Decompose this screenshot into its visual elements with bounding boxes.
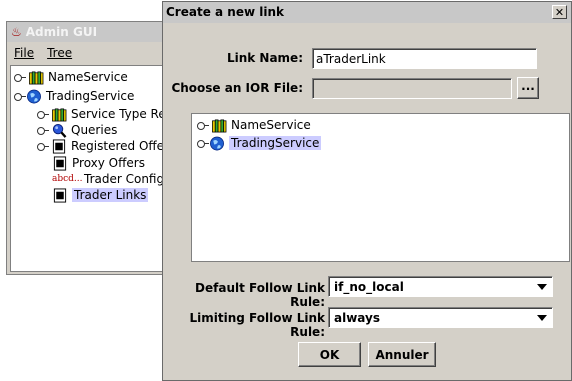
tree-item-label: Service Type Rep bbox=[71, 107, 174, 121]
document-icon bbox=[52, 156, 68, 171]
limiting-rule-label: Limiting Follow Link Rule: bbox=[189, 311, 325, 339]
tree-item-nameservice[interactable]: NameService bbox=[197, 117, 311, 133]
menu-tree[interactable]: Tree bbox=[47, 46, 72, 60]
tree-item-queries[interactable]: Queries bbox=[37, 122, 117, 138]
service-tree[interactable]: NameService TradingService bbox=[191, 113, 570, 262]
expand-handle-icon[interactable] bbox=[197, 121, 209, 130]
default-rule-label: Default Follow Link Rule: bbox=[195, 281, 325, 309]
default-rule-select[interactable]: if_no_local bbox=[328, 276, 553, 297]
tree-item-label: Trader Config bbox=[84, 172, 165, 186]
limiting-rule-value: always bbox=[334, 311, 380, 325]
browse-ior-button[interactable]: ... bbox=[517, 77, 539, 99]
books-icon bbox=[51, 107, 67, 122]
limiting-rule-select[interactable]: always bbox=[328, 307, 553, 328]
tree-item-service-type-repository[interactable]: Service Type Rep bbox=[37, 106, 173, 122]
tree-item-label: Registered Offers bbox=[71, 139, 176, 153]
tree-item-label: TradingService bbox=[229, 136, 322, 150]
expand-handle-icon[interactable] bbox=[37, 110, 49, 119]
tree-item-label: TradingService bbox=[46, 89, 135, 103]
tree-item-proxy-offers[interactable]: Proxy Offers bbox=[47, 155, 145, 171]
ok-button[interactable]: OK bbox=[298, 342, 361, 367]
chevron-down-icon[interactable] bbox=[537, 284, 547, 290]
tree-item-nameservice[interactable]: NameService bbox=[14, 69, 128, 85]
dialog-titlebar: Create a new link ✕ bbox=[163, 2, 571, 23]
globe-icon bbox=[209, 136, 225, 151]
tree-item-label: Trader Links bbox=[72, 188, 149, 202]
tree-item-tradingservice[interactable]: TradingService bbox=[14, 88, 134, 104]
chevron-down-icon[interactable] bbox=[537, 315, 547, 321]
tree-item-tradingservice[interactable]: TradingService bbox=[197, 135, 322, 151]
tree-item-label: Queries bbox=[71, 123, 118, 137]
link-name-label: Link Name: bbox=[226, 51, 303, 65]
books-icon bbox=[28, 70, 44, 85]
document-icon bbox=[51, 139, 67, 154]
browse-button-label: ... bbox=[521, 79, 535, 93]
document-icon bbox=[52, 188, 68, 203]
expand-handle-icon[interactable] bbox=[37, 142, 49, 151]
books-icon bbox=[211, 118, 227, 133]
admin-menubar: File Tree bbox=[7, 43, 177, 63]
expand-handle-icon[interactable] bbox=[14, 92, 26, 101]
admin-tree[interactable]: NameService TradingService Service Type … bbox=[10, 65, 179, 272]
ok-button-label: OK bbox=[319, 347, 340, 362]
link-name-input[interactable] bbox=[312, 48, 537, 69]
tree-item-registered-offers[interactable]: Registered Offers bbox=[37, 138, 175, 154]
tree-item-label: NameService bbox=[231, 118, 311, 132]
abcd-icon: abcd... bbox=[52, 174, 83, 184]
admin-title: Admin GUI bbox=[25, 25, 98, 39]
app-logo-icon: ♨ bbox=[11, 25, 22, 39]
expand-handle-icon[interactable] bbox=[37, 126, 49, 135]
ior-file-input[interactable] bbox=[312, 78, 512, 99]
menu-file[interactable]: File bbox=[14, 46, 34, 60]
expand-handle-icon[interactable] bbox=[197, 139, 209, 148]
dialog-title: Create a new link bbox=[166, 5, 284, 19]
admin-titlebar: ♨ Admin GUI bbox=[7, 22, 177, 42]
close-button[interactable]: ✕ bbox=[552, 5, 567, 19]
tree-item-label: NameService bbox=[48, 70, 128, 84]
admin-window: ♨ Admin GUI File Tree NameService Tradin… bbox=[6, 21, 179, 275]
default-rule-value: if_no_local bbox=[334, 280, 404, 294]
cancel-button-label: Annuler bbox=[375, 347, 429, 362]
magnifier-icon bbox=[51, 123, 67, 138]
create-link-dialog: Create a new link ✕ Link Name: Choose an… bbox=[162, 1, 572, 381]
close-icon: ✕ bbox=[554, 6, 565, 19]
expand-handle-icon[interactable] bbox=[14, 73, 26, 82]
ior-file-label: Choose an IOR File: bbox=[171, 81, 303, 95]
cancel-button[interactable]: Annuler bbox=[368, 342, 436, 367]
tree-item-trader-config[interactable]: abcd... Trader Config bbox=[47, 171, 164, 187]
globe-icon bbox=[26, 89, 42, 104]
tree-item-label: Proxy Offers bbox=[72, 156, 145, 170]
tree-item-trader-links[interactable]: Trader Links bbox=[47, 187, 149, 203]
